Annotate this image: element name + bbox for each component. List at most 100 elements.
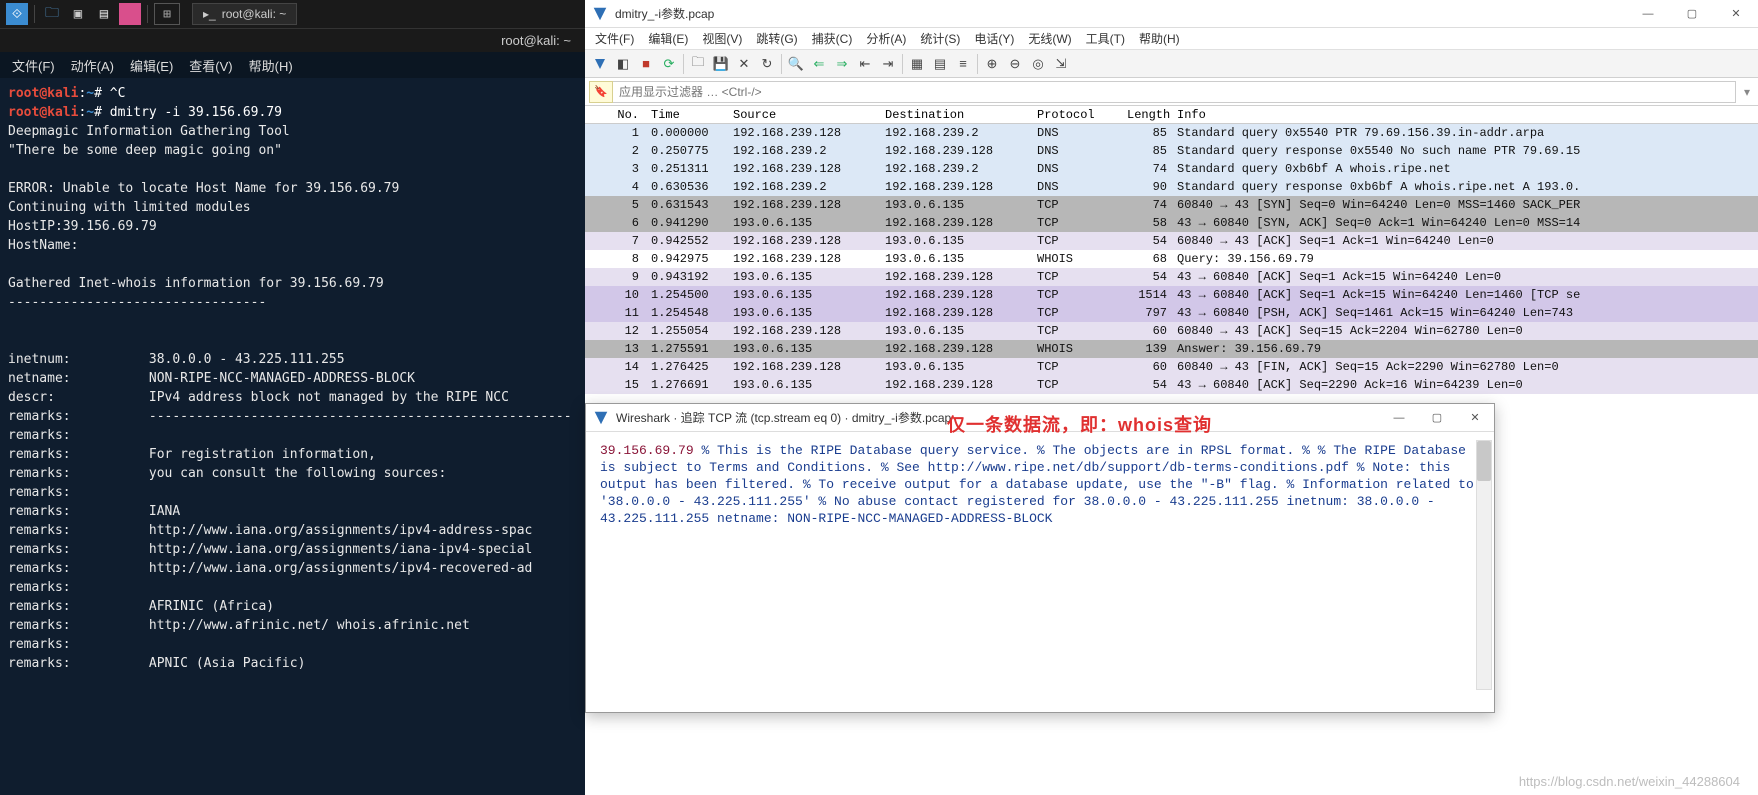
menu-go[interactable]: 跳转(G): [756, 30, 797, 47]
packet-row[interactable]: 40.630536192.168.239.2192.168.239.128DNS…: [585, 178, 1758, 196]
menu-capture[interactable]: 捕获(C): [812, 30, 853, 47]
packet-row[interactable]: 131.275591193.0.6.135192.168.239.128WHOI…: [585, 340, 1758, 358]
wireshark-icon: [591, 5, 609, 23]
reload-icon[interactable]: ↻: [756, 53, 778, 75]
follow-tcp-stream-dialog[interactable]: Wireshark · 追踪 TCP 流 (tcp.stream eq 0) ·…: [585, 403, 1495, 713]
divider: [147, 5, 148, 23]
stream-content[interactable]: 39.156.69.79 % This is the RIPE Database…: [586, 432, 1494, 692]
go-last-icon[interactable]: ⇥: [877, 53, 899, 75]
find-icon[interactable]: 🔍: [785, 53, 807, 75]
packet-row[interactable]: 10.000000192.168.239.128192.168.239.2DNS…: [585, 124, 1758, 142]
menu-tel[interactable]: 电话(Y): [974, 30, 1014, 47]
capture-options-icon[interactable]: ◧: [612, 53, 634, 75]
terminal-icon: ▸_: [203, 7, 216, 21]
resize-columns-icon[interactable]: ≡: [952, 53, 974, 75]
packet-row[interactable]: 30.251311192.168.239.128192.168.239.2DNS…: [585, 160, 1758, 178]
wireshark-icon: [592, 409, 610, 427]
col-info[interactable]: Info: [1171, 108, 1206, 122]
start-capture-icon[interactable]: [589, 53, 611, 75]
wireshark-titlebar[interactable]: dmitry_-i参数.pcap — ▢ ✕: [585, 0, 1758, 28]
zoom-reset-icon[interactable]: ◎: [1027, 53, 1049, 75]
auto-scroll-icon[interactable]: ▦: [906, 53, 928, 75]
menu-action[interactable]: 动作(A): [71, 56, 114, 75]
packet-row[interactable]: 141.276425192.168.239.128193.0.6.135TCP6…: [585, 358, 1758, 376]
kali-top-panel: ⟐ 🗀 ▣ ▤ ⊞ ▸_ root@kali: ~: [0, 0, 585, 28]
bookmark-filter-icon[interactable]: 🔖: [589, 81, 613, 103]
close-file-icon[interactable]: ✕: [733, 53, 755, 75]
resize-icon[interactable]: ⇲: [1050, 53, 1072, 75]
packet-row[interactable]: 70.942552192.168.239.128193.0.6.135TCP54…: [585, 232, 1758, 250]
packet-list-header[interactable]: No. Time Source Destination Protocol Len…: [585, 106, 1758, 124]
menu-file[interactable]: 文件(F): [12, 56, 55, 75]
menu-stats[interactable]: 统计(S): [920, 30, 960, 47]
terminal-menubar: 文件(F) 动作(A) 编辑(E) 查看(V) 帮助(H): [0, 52, 585, 78]
packet-row[interactable]: 121.255054192.168.239.128193.0.6.135TCP6…: [585, 322, 1758, 340]
server-data: % This is the RIPE Database query servic…: [600, 443, 1474, 526]
zoom-in-icon[interactable]: ⊕: [981, 53, 1003, 75]
kali-logo-icon[interactable]: ⟐: [6, 3, 28, 25]
menu-view[interactable]: 视图(V): [702, 30, 742, 47]
col-len[interactable]: Length: [1121, 108, 1171, 122]
taskbar-item-terminal[interactable]: ▸_ root@kali: ~: [192, 3, 297, 25]
kali-terminal-window: ⟐ 🗀 ▣ ▤ ⊞ ▸_ root@kali: ~ root@kali: ~ 文…: [0, 0, 585, 795]
restart-capture-icon[interactable]: ⟳: [658, 53, 680, 75]
client-data: 39.156.69.79: [600, 443, 694, 458]
menu-view[interactable]: 查看(V): [189, 56, 232, 75]
wireshark-toolbar: ◧ ■ ⟳ 🗀 💾 ✕ ↻ 🔍 ⇐ ⇒ ⇤ ⇥ ▦ ▤ ≡ ⊕ ⊖ ◎ ⇲: [585, 50, 1758, 78]
menu-help[interactable]: 帮助(H): [1139, 30, 1180, 47]
maximize-button[interactable]: ▢: [1418, 404, 1456, 432]
file-manager-icon[interactable]: 🗀: [41, 3, 63, 25]
packet-row[interactable]: 50.631543192.168.239.128193.0.6.135TCP74…: [585, 196, 1758, 214]
menu-wireless[interactable]: 无线(W): [1028, 30, 1071, 47]
open-file-icon[interactable]: 🗀: [687, 53, 709, 75]
col-no[interactable]: No.: [585, 108, 645, 122]
col-time[interactable]: Time: [645, 108, 727, 122]
menu-tools[interactable]: 工具(T): [1086, 30, 1125, 47]
packet-row[interactable]: 111.254548193.0.6.135192.168.239.128TCP7…: [585, 304, 1758, 322]
col-dst[interactable]: Destination: [879, 108, 1031, 122]
col-src[interactable]: Source: [727, 108, 879, 122]
col-proto[interactable]: Protocol: [1031, 108, 1121, 122]
separator: [683, 54, 684, 74]
terminal-icon[interactable]: ▣: [67, 3, 89, 25]
go-back-icon[interactable]: ⇐: [808, 53, 830, 75]
close-button[interactable]: ✕: [1456, 404, 1494, 432]
watermark: https://blog.csdn.net/weixin_44288604: [1519, 774, 1740, 789]
packet-row[interactable]: 20.250775192.168.239.2192.168.239.128DNS…: [585, 142, 1758, 160]
menu-help[interactable]: 帮助(H): [249, 56, 293, 75]
close-button[interactable]: ✕: [1714, 0, 1758, 28]
save-file-icon[interactable]: 💾: [710, 53, 732, 75]
go-forward-icon[interactable]: ⇒: [831, 53, 853, 75]
divider: [34, 5, 35, 23]
separator: [902, 54, 903, 74]
colorize-icon[interactable]: ▤: [929, 53, 951, 75]
text-editor-icon[interactable]: ▤: [93, 3, 115, 25]
terminal-output[interactable]: root@kali:~# ^C root@kali:~# dmitry -i 3…: [0, 78, 585, 795]
packet-row[interactable]: 151.276691193.0.6.135192.168.239.128TCP5…: [585, 376, 1758, 394]
maximize-button[interactable]: ▢: [1670, 0, 1714, 28]
app-icon[interactable]: [119, 3, 141, 25]
menu-file[interactable]: 文件(F): [595, 30, 634, 47]
packet-row[interactable]: 101.254500193.0.6.135192.168.239.128TCP1…: [585, 286, 1758, 304]
window-title: dmitry_-i参数.pcap: [615, 5, 714, 22]
window-titlebar[interactable]: root@kali: ~: [0, 28, 585, 52]
packet-list[interactable]: No. Time Source Destination Protocol Len…: [585, 106, 1758, 394]
scrollbar-thumb[interactable]: [1477, 441, 1491, 481]
stop-capture-icon[interactable]: ■: [635, 53, 657, 75]
menu-edit[interactable]: 编辑(E): [130, 56, 173, 75]
packet-row[interactable]: 90.943192193.0.6.135192.168.239.128TCP54…: [585, 268, 1758, 286]
minimize-button[interactable]: —: [1380, 404, 1418, 432]
display-filter-input[interactable]: [613, 81, 1736, 103]
task-title: root@kali: ~: [222, 7, 287, 21]
workspace-switcher-icon[interactable]: ⊞: [154, 3, 180, 25]
packet-row[interactable]: 60.941290193.0.6.135192.168.239.128TCP58…: [585, 214, 1758, 232]
separator: [781, 54, 782, 74]
menu-analyze[interactable]: 分析(A): [866, 30, 906, 47]
minimize-button[interactable]: —: [1626, 0, 1670, 28]
filter-dropdown-icon[interactable]: ▾: [1736, 85, 1758, 99]
zoom-out-icon[interactable]: ⊖: [1004, 53, 1026, 75]
wireshark-menubar: 文件(F) 编辑(E) 视图(V) 跳转(G) 捕获(C) 分析(A) 统计(S…: [585, 28, 1758, 50]
go-first-icon[interactable]: ⇤: [854, 53, 876, 75]
packet-row[interactable]: 80.942975192.168.239.128193.0.6.135WHOIS…: [585, 250, 1758, 268]
menu-edit[interactable]: 编辑(E): [648, 30, 688, 47]
